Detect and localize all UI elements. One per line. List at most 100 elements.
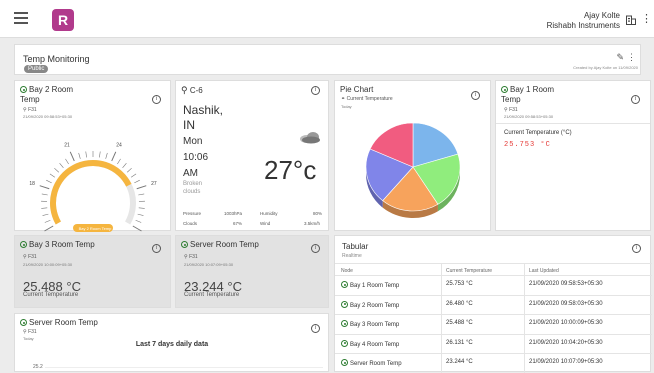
wind-label: Wind: [260, 221, 270, 226]
device-name: ⚲ F31: [23, 107, 37, 113]
device-icon: [20, 241, 27, 248]
current-temp-label: Current Temperature: [23, 292, 78, 298]
device-name: ⚲ F31: [504, 107, 518, 113]
gauge-tick: [137, 186, 147, 189]
gauge-tick: [40, 186, 50, 189]
cell-last-updated: 21/09/2020 10:04:20+05:30: [529, 340, 603, 346]
widget-title: Bay 1 RoomTemp: [501, 85, 554, 105]
table-row[interactable]: Bay 1 Room Temp25.753 °C21/09/2020 09:58…: [335, 278, 652, 294]
more-vert-icon[interactable]: ⋮: [641, 14, 652, 24]
gauge-tick: [45, 226, 54, 231]
created-by-text: Created by Ajay Kolte on 11/09/2020: [573, 65, 638, 70]
info-icon[interactable]: i: [631, 95, 640, 104]
gauge-tick: [136, 220, 142, 222]
device-icon: [341, 359, 348, 366]
gauge-tick: [131, 174, 136, 177]
gauge-tick: [99, 152, 100, 158]
daily-data-widget: Server Room Temp ⚲ F31 Today i Last 7 da…: [14, 313, 329, 372]
cell-last-updated: 21/09/2020 10:07:09+05:30: [529, 359, 603, 365]
divider: [335, 263, 652, 264]
row-divider: [335, 334, 652, 335]
more-vert-icon[interactable]: ⋮: [627, 52, 636, 63]
edit-pencil-icon[interactable]: ✎: [616, 52, 624, 63]
gauge-tick: [134, 180, 139, 183]
widget-title: Tabular: [342, 242, 368, 252]
cell-current-temperature: 25.753 °C: [446, 281, 473, 287]
gauge-tick: [65, 159, 68, 164]
gauge-tick: [123, 163, 127, 168]
table-row[interactable]: Server Room Temp23.244 °C21/09/2020 10:0…: [335, 356, 652, 372]
device-icon: [341, 281, 348, 288]
info-icon[interactable]: i: [632, 244, 641, 253]
column-header-node: Node: [341, 268, 353, 274]
gauge-tick: [60, 163, 64, 168]
gauge-tick: [139, 208, 145, 209]
device-icon: [341, 320, 348, 327]
info-icon[interactable]: i: [311, 324, 320, 333]
gauge-value-arc: [53, 163, 129, 223]
cell-node: Bay 4 Room Temp: [341, 340, 399, 348]
row-divider: [335, 314, 652, 315]
info-icon[interactable]: i: [311, 86, 320, 95]
gauge-tick: [41, 208, 47, 209]
weather-time: 10:06: [183, 152, 208, 163]
cloud-icon: [298, 129, 322, 145]
gauge-tick-label: 24: [116, 143, 122, 149]
timestamp: 21/09/2020 10:00:09+05:30: [23, 262, 72, 267]
timestamp: 21/09/2020 09:58:53+05:30: [504, 114, 553, 119]
gauge-tick: [43, 214, 49, 215]
dashboard-header: Temp Monitoring Public ✎ ⋮ Created by Aj…: [14, 44, 641, 75]
table-row[interactable]: Bay 2 Room Temp26.480 °C21/09/2020 09:58…: [335, 298, 652, 314]
table-row[interactable]: Bay 4 Room Temp26.131 °C21/09/2020 10:04…: [335, 337, 652, 353]
cell-node: Bay 2 Room Temp: [341, 301, 399, 309]
gauge-tick: [86, 152, 87, 158]
gauge-tick: [112, 152, 116, 161]
top-app-bar: R Ajay Kolte Rishabh Instruments ⋮: [0, 0, 654, 38]
user-organization[interactable]: Rishabh Instruments: [547, 21, 620, 30]
info-icon[interactable]: i: [152, 244, 161, 253]
server-room-value-widget: Server Room Temp ⚲ F31 21/09/2020 10:07:…: [175, 235, 329, 308]
chart-title: Last 7 days daily data: [15, 341, 329, 348]
current-temp-label: Current Temperature (°C): [504, 130, 572, 136]
gauge-tick: [46, 180, 51, 183]
building-icon[interactable]: [626, 15, 636, 25]
device-name: ⚲ F31: [23, 254, 37, 260]
row-divider: [335, 353, 652, 354]
wind-value: 3.5km/h: [304, 221, 320, 226]
gauge-tick: [117, 159, 120, 164]
weather-ampm: AM: [183, 168, 198, 179]
gauge-dial: 151821242730Bay 2 Room Temp: [15, 121, 172, 232]
widget-title: Server Room Temp: [20, 318, 98, 328]
cell-node: Bay 1 Room Temp: [341, 281, 399, 289]
cell-last-updated: 21/09/2020 09:58:03+05:30: [529, 301, 603, 307]
info-icon[interactable]: i: [311, 244, 320, 253]
y-axis-tick: 25.2: [33, 364, 43, 370]
gauge-tick: [138, 214, 144, 215]
device-icon: [20, 319, 27, 326]
dashboard-title: Temp Monitoring: [23, 54, 90, 64]
device-name: ⚲ F31: [184, 254, 198, 260]
table-row[interactable]: Bay 3 Room Temp25.488 °C21/09/2020 10:00…: [335, 317, 652, 333]
row-divider: [335, 275, 652, 276]
widget-subtitle: Realtime: [342, 253, 362, 259]
pressure-label: Pressure: [183, 211, 201, 216]
bay1-value-widget: Bay 1 RoomTemp ⚲ F31 21/09/2020 09:58:53…: [495, 80, 651, 231]
gauge-tick: [45, 220, 51, 222]
gauge-tick: [50, 174, 55, 177]
hamburger-menu-icon[interactable]: [14, 12, 28, 24]
gauge-tick: [138, 194, 144, 195]
current-temp-label: Current Temperature: [184, 292, 239, 298]
pie-chart-widget: Pie Chart ⚭ Current Temperature Today i: [334, 80, 491, 231]
info-icon[interactable]: i: [152, 95, 161, 104]
widget-title: Server Room Temp: [181, 240, 259, 250]
humidity-value: 80%: [313, 211, 322, 216]
weather-city: Nashik,IN: [183, 103, 223, 133]
device-icon: [20, 86, 27, 93]
app-logo[interactable]: R: [52, 9, 74, 31]
gauge-tick-label: 21: [64, 143, 70, 149]
weather-widget: ⚲ C-6 i Nashik,IN Mon 10:06 AM Broken cl…: [175, 80, 329, 231]
gauge-widget: Bay 2 RoomTemp ⚲ F31 21/09/2020 09:58:53…: [14, 80, 171, 231]
column-header-last-updated: Last Updated: [529, 268, 559, 274]
user-name[interactable]: Ajay Kolte: [584, 11, 620, 20]
gauge-tick: [133, 226, 142, 231]
